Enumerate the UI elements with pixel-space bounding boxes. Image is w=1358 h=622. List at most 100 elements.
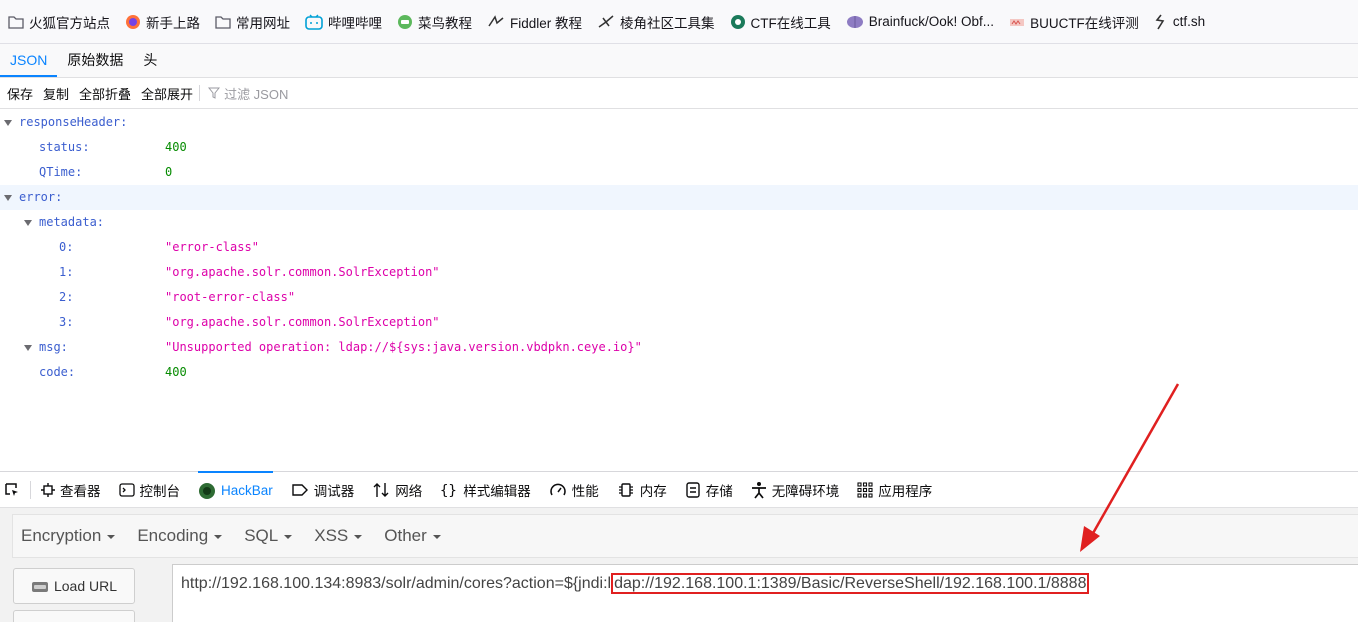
expand-arrow-icon[interactable]	[4, 195, 12, 201]
tab-label: 调试器	[313, 483, 355, 499]
tree-value: 0	[165, 165, 173, 179]
tree-row-status: status: 400	[0, 135, 1358, 160]
debugger-icon	[292, 483, 308, 496]
tree-key: metadata:	[39, 215, 105, 229]
json-toolbar: 保存 复制 全部折叠 全部展开 过滤 JSON	[0, 78, 1358, 109]
tab-memory[interactable]: 内存	[617, 471, 667, 508]
fiddler-icon	[488, 14, 504, 26]
bookmark-5[interactable]: Fiddler 教程	[487, 12, 582, 32]
ctfshow-icon	[1155, 14, 1165, 29]
caret-down-icon	[354, 535, 363, 539]
bookmark-9[interactable]: BUUCTF在线评测	[1009, 12, 1139, 32]
tree-value: 400	[165, 365, 187, 379]
svg-text:{}: {}	[440, 483, 457, 498]
bookmark-1[interactable]: 新手上路	[125, 12, 200, 32]
toolbar-divider	[199, 85, 201, 101]
copy-button[interactable]: 复制	[43, 84, 69, 103]
tab-style-editor[interactable]: {} 样式编辑器	[440, 471, 531, 508]
tab-label: 样式编辑器	[463, 483, 531, 499]
tree-key: 3:	[59, 315, 74, 329]
json-viewer-tabs: JSON 原始数据 头	[0, 44, 1358, 78]
bookmark-label: ctf.sh	[1172, 14, 1206, 29]
caret-down-icon	[214, 535, 223, 539]
tab-console[interactable]: 控制台	[118, 471, 180, 508]
highlighted-url-part: dap://192.168.100.1:1389/Basic/ReverseSh…	[611, 573, 1090, 594]
encoding-dropdown[interactable]: Encoding	[137, 526, 223, 546]
button-label: Load URL	[53, 578, 118, 594]
tab-label: HackBar	[221, 483, 273, 498]
tree-key: status:	[39, 140, 90, 154]
expand-all-button[interactable]: 全部展开	[141, 84, 193, 103]
json-tree: responseHeader: status: 400 QTime: 0 err…	[0, 110, 1358, 385]
folder-icon	[215, 15, 231, 29]
folder-icon	[8, 15, 24, 29]
tree-row-qtime: QTime: 0	[0, 160, 1358, 185]
tab-json[interactable]: JSON	[0, 43, 58, 77]
storage-icon	[686, 481, 700, 498]
bookmark-label: 常用网址	[236, 15, 290, 31]
tab-inspector[interactable]: 查看器	[41, 471, 101, 508]
element-picker-button[interactable]	[4, 471, 20, 508]
tree-value: "root-error-class"	[165, 290, 296, 304]
save-button[interactable]: 保存	[7, 84, 33, 103]
filter-placeholder: 过滤 JSON	[224, 86, 289, 102]
other-dropdown[interactable]: Other	[384, 526, 441, 546]
tab-label: 无障碍环境	[771, 483, 840, 499]
tab-label: 查看器	[60, 483, 101, 499]
bookmark-label: 菜鸟教程	[418, 15, 472, 31]
load-url-button[interactable]: Load URL	[13, 568, 135, 604]
bookmark-6[interactable]: 棱角社区工具集	[597, 12, 715, 32]
expand-arrow-icon[interactable]	[24, 220, 32, 226]
url-textarea[interactable]: http://192.168.100.134:8983/solr/admin/c…	[172, 564, 1358, 622]
encryption-dropdown[interactable]: Encryption	[21, 526, 116, 546]
tree-key: 1:	[59, 265, 74, 279]
tree-row-responseheader[interactable]: responseHeader:	[0, 110, 1358, 135]
gauge-icon	[550, 483, 566, 495]
filter-json-input[interactable]: 过滤 JSON	[208, 84, 288, 103]
tab-application[interactable]: 应用程序	[857, 471, 932, 508]
hackbar-icon	[199, 482, 215, 499]
split-url-button[interactable]	[13, 610, 135, 622]
bookmark-0[interactable]: 火狐官方站点	[8, 12, 110, 32]
bookmark-label: 火狐官方站点	[29, 15, 110, 31]
picker-icon	[5, 482, 18, 496]
memory-icon	[618, 482, 633, 497]
xss-dropdown[interactable]: XSS	[314, 526, 363, 546]
tab-network[interactable]: 网络	[372, 471, 422, 508]
bookmarks-toolbar: 火狐官方站点 新手上路 常用网址 哔哩哔哩 菜鸟教程 Fiddler 教程 棱角…	[0, 0, 1358, 44]
tree-row-error[interactable]: error:	[0, 185, 1358, 210]
sql-dropdown[interactable]: SQL	[244, 526, 293, 546]
collapse-all-button[interactable]: 全部折叠	[79, 84, 131, 103]
tree-row-metadata[interactable]: metadata:	[0, 210, 1358, 235]
toolbar-divider	[30, 480, 31, 499]
accessibility-icon	[751, 481, 766, 499]
tree-value: "org.apache.solr.common.SolrException"	[165, 315, 440, 329]
dropdown-label: XSS	[314, 526, 349, 545]
caret-down-icon	[107, 535, 116, 539]
tree-key: 2:	[59, 290, 74, 304]
dropdown-label: Other	[384, 526, 427, 545]
caret-down-icon	[432, 535, 441, 539]
tab-headers[interactable]: 头	[133, 43, 167, 77]
bookmark-10[interactable]: ctf.sh	[1154, 14, 1205, 30]
tab-storage[interactable]: 存储	[685, 471, 733, 508]
tree-key: code:	[39, 365, 76, 379]
tab-raw-data[interactable]: 原始数据	[57, 43, 133, 77]
bookmark-3[interactable]: 哔哩哔哩	[305, 12, 382, 32]
bookmark-4[interactable]: 菜鸟教程	[397, 12, 472, 32]
tab-label: 应用程序	[878, 483, 933, 499]
tab-hackbar[interactable]: HackBar	[198, 471, 273, 508]
tab-performance[interactable]: 性能	[549, 471, 599, 508]
tree-row-msg[interactable]: msg: "Unsupported operation: ldap://${sy…	[0, 335, 1358, 360]
expand-arrow-icon[interactable]	[24, 345, 32, 351]
expand-arrow-icon[interactable]	[4, 120, 12, 126]
dropdown-label: SQL	[244, 526, 279, 545]
tab-accessibility[interactable]: 无障碍环境	[751, 471, 840, 508]
tree-key: 0:	[59, 240, 74, 254]
bookmark-8[interactable]: Brainfuck/Ook! Obf...	[846, 14, 994, 29]
tab-debugger[interactable]: 调试器	[291, 471, 355, 508]
bookmark-2[interactable]: 常用网址	[215, 12, 290, 32]
brain-icon	[846, 15, 863, 28]
console-icon	[118, 482, 135, 497]
bookmark-7[interactable]: CTF在线工具	[730, 12, 831, 32]
